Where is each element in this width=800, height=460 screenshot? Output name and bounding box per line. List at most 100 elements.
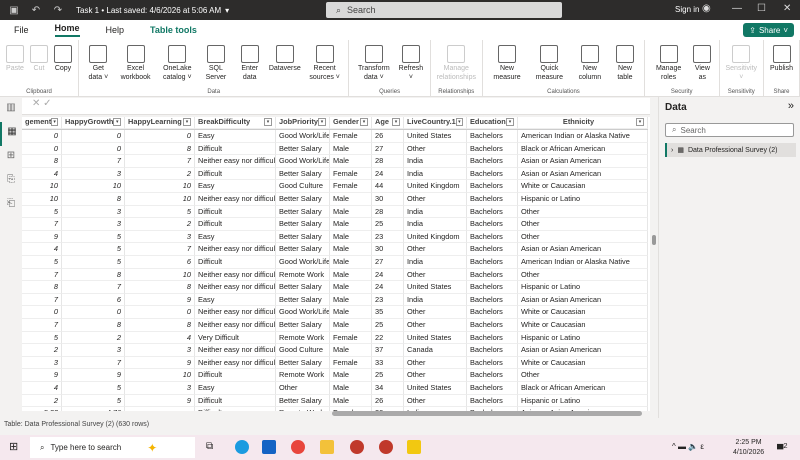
table-cell[interactable]: Bachelors (467, 155, 518, 168)
table-cell[interactable]: United Kingdom (404, 230, 467, 244)
filter-dropdown-icon[interactable]: ▾ (360, 118, 368, 127)
table-cell[interactable]: 9 (125, 293, 195, 307)
table-cell[interactable]: 4 (22, 243, 62, 256)
table-cell[interactable]: White or Caucasian (518, 319, 648, 332)
table-cell[interactable]: Bachelors (467, 256, 518, 269)
table-cell[interactable]: American Indian or Alaska Native (518, 256, 648, 269)
table-cell[interactable]: Hispanic or Latino (518, 331, 648, 345)
table-cell[interactable]: 5 (125, 205, 195, 219)
table-cell[interactable]: 4 (22, 167, 62, 181)
table-cell[interactable]: Bachelors (467, 319, 518, 332)
windows-start-icon[interactable]: ⊞ (9, 440, 18, 453)
table-cell[interactable]: Male (330, 369, 372, 382)
table-cell[interactable]: Other (404, 306, 467, 319)
model-view-icon[interactable]: ⊞ (0, 146, 22, 170)
table-cell[interactable]: 33 (372, 356, 404, 370)
tab-file[interactable]: File (14, 25, 29, 35)
search-box[interactable]: ⌕ Search (326, 2, 562, 18)
table-cell[interactable]: 25 (372, 218, 404, 231)
table-cell[interactable]: Bachelors (467, 331, 518, 345)
table-cell[interactable]: Other (404, 243, 467, 256)
table-cell[interactable]: Other (276, 382, 330, 395)
table-cell[interactable]: Asian or Asian American (518, 155, 648, 168)
vertical-scrollbar[interactable] (650, 117, 658, 411)
table-cell[interactable]: Good Work/Life (276, 256, 330, 269)
table-cell[interactable]: United States (404, 281, 467, 294)
table-cell[interactable]: Neither easy nor difficult (195, 268, 276, 282)
table-cell[interactable]: Better Salary (276, 167, 330, 181)
report-view-icon[interactable]: ▥ (0, 98, 22, 122)
table-cell[interactable]: Neither easy nor difficult (195, 155, 276, 168)
filter-dropdown-icon[interactable]: ▾ (506, 118, 514, 127)
table-cell[interactable]: 9 (125, 394, 195, 408)
table-cell[interactable]: Bachelors (467, 394, 518, 408)
table-cell[interactable]: Male (330, 243, 372, 256)
table-cell[interactable]: 10 (125, 193, 195, 206)
table-cell[interactable]: Other (404, 193, 467, 206)
filter-dropdown-icon[interactable]: ▾ (636, 118, 644, 127)
table-cell[interactable]: Black or African American (518, 142, 648, 156)
dax-query-view-icon[interactable]: ⎘ (0, 170, 22, 194)
table-cell[interactable]: Bachelors (467, 205, 518, 219)
table-cell[interactable]: 0 (62, 130, 125, 143)
table-cell[interactable]: 5 (62, 243, 125, 256)
table-cell[interactable]: Male (330, 256, 372, 269)
filter-dropdown-icon[interactable]: ▾ (51, 118, 58, 127)
table-cell[interactable]: 26 (372, 394, 404, 408)
commit-icon[interactable]: ✓ (43, 98, 51, 109)
table-cell[interactable]: 8 (125, 142, 195, 156)
table-cell[interactable]: Other (404, 268, 467, 282)
table-cell[interactable]: Bachelors (467, 369, 518, 382)
table-cell[interactable]: White or Caucasian (518, 306, 648, 319)
tmdl-view-icon[interactable]: ⎗ (0, 194, 22, 218)
column-header[interactable]: LiveCountry.1 ▾ (404, 117, 467, 129)
undo-icon[interactable]: ↶ (28, 5, 44, 16)
table-cell[interactable]: Neither easy nor difficult (195, 344, 276, 357)
table-cell[interactable]: 9 (62, 369, 125, 382)
table-cell[interactable]: 9 (22, 230, 62, 244)
task-view-icon[interactable]: ⧉ (206, 441, 213, 452)
table-cell[interactable]: 24 (372, 167, 404, 181)
table-cell[interactable]: Difficult (195, 256, 276, 269)
table-cell[interactable]: 3 (22, 356, 62, 370)
table-cell[interactable]: 10 (62, 180, 125, 193)
table-cell[interactable]: 2 (62, 331, 125, 345)
table-cell[interactable]: Better Salary (276, 394, 330, 408)
table-cell[interactable]: Better Salary (276, 193, 330, 206)
table-cell[interactable]: 24 (372, 281, 404, 294)
table-cell[interactable]: Female (330, 356, 372, 370)
redo-icon[interactable]: ↷ (50, 5, 66, 16)
save-icon[interactable]: ▣ (6, 5, 22, 16)
table-cell[interactable]: Male (330, 193, 372, 206)
formula-bar[interactable]: ✕ ✓ (22, 98, 650, 115)
table-tree-item[interactable]: › ▦ Data Professional Survey (2) (665, 143, 796, 157)
taskbar-search-input[interactable]: ⌕ Type here to search ✦ (30, 437, 195, 458)
table-cell[interactable]: 8 (125, 319, 195, 332)
table-cell[interactable]: 3 (62, 344, 125, 357)
table-cell[interactable]: 4 (125, 331, 195, 345)
table-cell[interactable]: Asian or Asian American (518, 243, 648, 256)
table-cell[interactable]: 7 (125, 155, 195, 168)
table-cell[interactable]: Male (330, 281, 372, 294)
document-title[interactable]: Task 1 • Last saved: 4/6/2026 at 5:06 AM (76, 6, 221, 15)
table-cell[interactable]: Bachelors (467, 281, 518, 294)
table-cell[interactable]: Other (518, 369, 648, 382)
table-cell[interactable]: Male (330, 319, 372, 332)
table-cell[interactable]: Other (404, 369, 467, 382)
table-cell[interactable]: 2 (125, 218, 195, 231)
filter-dropdown-icon[interactable]: ▾ (264, 118, 272, 127)
table-cell[interactable]: Bachelors (467, 193, 518, 206)
table-cell[interactable]: 7 (62, 155, 125, 168)
sign-in-button[interactable]: Sign in (675, 5, 699, 14)
table-cell[interactable]: Better Salary (276, 281, 330, 294)
table-cell[interactable]: India (404, 256, 467, 269)
table-cell[interactable]: 8 (62, 268, 125, 282)
table-cell[interactable]: Other (404, 394, 467, 408)
table-cell[interactable]: Difficult (195, 205, 276, 219)
table-cell[interactable]: Asian or Asian American (518, 293, 648, 307)
file-explorer-icon[interactable] (320, 440, 334, 454)
chrome-profile-icon[interactable] (379, 440, 393, 454)
table-cell[interactable]: 9 (22, 369, 62, 382)
table-cell[interactable]: Black or African American (518, 382, 648, 395)
table-cell[interactable]: 5 (62, 230, 125, 244)
